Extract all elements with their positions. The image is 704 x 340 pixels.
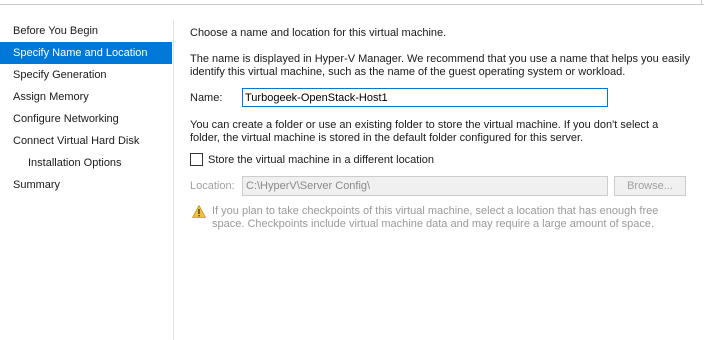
store-different-location-checkbox[interactable] xyxy=(190,153,203,166)
checkpoint-warning-line1: If you plan to take checkpoints of this … xyxy=(212,205,659,217)
sidebar-divider xyxy=(173,20,174,340)
location-input[interactable] xyxy=(242,176,608,196)
step-configure-networking[interactable]: Configure Networking xyxy=(0,108,172,130)
name-input[interactable] xyxy=(242,88,608,107)
warning-triangle-icon xyxy=(192,205,206,218)
checkpoint-warning-text: If you plan to take checkpoints of this … xyxy=(212,205,682,231)
name-help-text-line1: The name is displayed in Hyper-V Manager… xyxy=(190,53,690,65)
step-specify-generation[interactable]: Specify Generation xyxy=(0,64,172,86)
step-specify-name-and-location[interactable]: Specify Name and Location xyxy=(0,42,172,64)
store-different-location-label[interactable]: Store the virtual machine in a different… xyxy=(208,154,434,167)
step-connect-virtual-hard-disk[interactable]: Connect Virtual Hard Disk xyxy=(0,130,172,152)
step-summary[interactable]: Summary xyxy=(0,174,172,196)
name-help-text-line2: identify this virtual machine, such as t… xyxy=(190,66,626,78)
page-heading: Choose a name and location for this virt… xyxy=(190,27,447,39)
folder-help-text-line1: You can create a folder or use an existi… xyxy=(190,119,659,131)
browse-button[interactable]: Browse... xyxy=(614,176,686,196)
folder-help-text-line2: folder, the virtual machine is stored in… xyxy=(190,132,584,144)
step-before-you-begin[interactable]: Before You Begin xyxy=(0,20,172,42)
name-label: Name: xyxy=(190,92,223,104)
step-assign-memory[interactable]: Assign Memory xyxy=(0,86,172,108)
step-installation-options[interactable]: Installation Options xyxy=(0,152,172,174)
wizard-window: Before You Begin Specify Name and Locati… xyxy=(0,0,704,340)
top-edge xyxy=(0,0,704,5)
wizard-steps-sidebar: Before You Begin Specify Name and Locati… xyxy=(0,20,172,196)
location-label: Location: xyxy=(190,180,235,192)
checkpoint-warning-line2: space. Checkpoints include virtual machi… xyxy=(212,218,655,230)
